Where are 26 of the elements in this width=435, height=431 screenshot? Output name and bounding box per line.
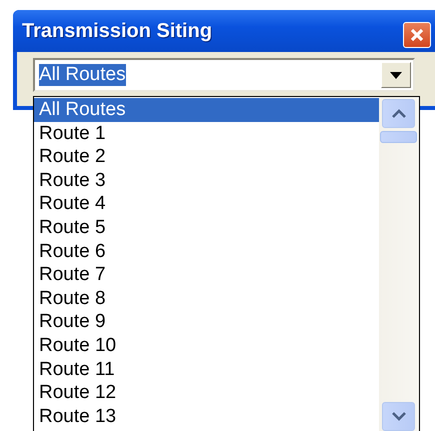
list-item[interactable]: Route 12	[34, 381, 379, 405]
list-item[interactable]: Route 3	[34, 168, 379, 192]
scroll-up-button[interactable]	[382, 99, 415, 128]
list-item[interactable]: Route 9	[34, 310, 379, 334]
list-item[interactable]: Route 11	[34, 358, 379, 382]
dropdown-button[interactable]	[381, 62, 411, 88]
scroll-thumb[interactable]	[380, 131, 417, 143]
close-icon	[409, 28, 425, 42]
chevron-up-icon	[392, 109, 406, 118]
list-item[interactable]: Route 2	[34, 145, 379, 169]
list-item[interactable]: Route 4	[34, 192, 379, 216]
list-item[interactable]: Route 7	[34, 263, 379, 287]
scrollbar[interactable]	[379, 97, 419, 431]
list-item[interactable]: Route 13	[34, 404, 379, 428]
list-item[interactable]: Route 6	[34, 240, 379, 264]
window-title: Transmission Siting	[22, 20, 212, 42]
list-item[interactable]: All Routes	[34, 98, 379, 122]
chevron-down-icon	[392, 412, 406, 421]
list-item[interactable]: Route 1	[34, 122, 379, 146]
list-item[interactable]: Route 10	[34, 334, 379, 358]
close-button[interactable]	[403, 22, 431, 48]
list-item[interactable]: Route 8	[34, 286, 379, 310]
route-combo-box[interactable]: All Routes	[33, 58, 415, 92]
caret-icon	[390, 72, 402, 78]
scroll-down-button[interactable]	[382, 402, 415, 431]
list-item[interactable]: Route 5	[34, 216, 379, 240]
